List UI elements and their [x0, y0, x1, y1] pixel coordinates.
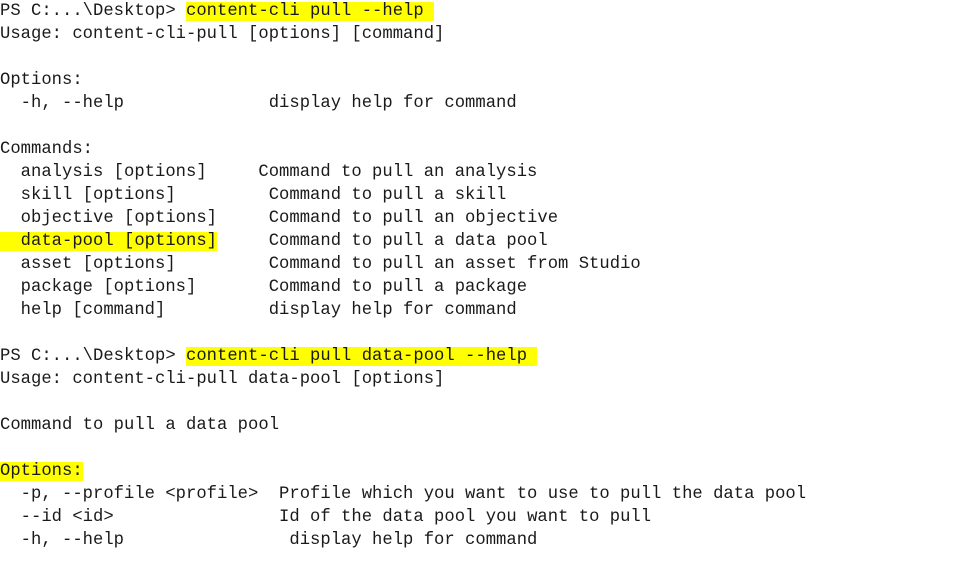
- command-name: asset [options]: [0, 255, 176, 274]
- command-description: display help for command: [268, 301, 517, 320]
- command-gap: [217, 232, 269, 251]
- command-text-2: content-cli pull data-pool --help: [186, 347, 528, 366]
- command-summary: Command to pull a data pool: [0, 416, 280, 435]
- options-heading-2: Options:: [0, 460, 964, 483]
- options-heading-1: Options:: [0, 71, 83, 90]
- command-gap: [165, 301, 268, 320]
- terminal-output[interactable]: PS C:...\Desktop> content-cli pull --hel…: [0, 0, 964, 564]
- option-flags: --id <id>: [0, 508, 114, 527]
- command-highlight-trail-1: [423, 2, 435, 21]
- command-row-objective: objective [options] Command to pull an o…: [0, 207, 964, 230]
- shell-prompt-1: PS C:...\Desktop>: [0, 2, 187, 21]
- options-heading-highlighted: Options:: [0, 462, 83, 481]
- command-gap: [207, 163, 259, 182]
- option-gap: [114, 508, 279, 527]
- command-gap: [176, 186, 269, 205]
- command-highlight-trail-2: [527, 347, 538, 366]
- command-text-1: content-cli pull --help: [186, 2, 424, 21]
- command-row-help: help [command] display help for command: [0, 299, 964, 322]
- command-row-asset: asset [options] Command to pull an asset…: [0, 253, 964, 276]
- usage-line-2: Usage: content-cli-pull data-pool [optio…: [0, 370, 445, 389]
- command-name: package [options]: [0, 278, 197, 297]
- option-row-id: --id <id> Id of the data pool you want t…: [0, 506, 964, 529]
- command-name: help [command]: [0, 301, 166, 320]
- command-row-skill: skill [options] Command to pull a skill: [0, 184, 964, 207]
- command-gap: [196, 278, 268, 297]
- command-gap: [217, 209, 269, 228]
- option-gap: [258, 485, 279, 504]
- commands-heading: Commands:: [0, 140, 94, 159]
- command-gap: [176, 255, 269, 274]
- option-gap: [124, 94, 269, 113]
- option-row-help-1: -h, --help display help for command: [0, 92, 964, 115]
- command-name: skill [options]: [0, 186, 176, 205]
- option-flags: -p, --profile <profile>: [0, 485, 259, 504]
- option-description: Profile which you want to use to pull th…: [279, 485, 807, 504]
- option-description: Id of the data pool you want to pull: [279, 508, 652, 527]
- option-row-profile: -p, --profile <profile> Profile which yo…: [0, 483, 964, 506]
- command-name-highlighted: data-pool [options]: [0, 232, 218, 251]
- command-row-analysis: analysis [options] Command to pull an an…: [0, 161, 964, 184]
- command-description: Command to pull a package: [268, 278, 528, 297]
- command-name: objective [options]: [0, 209, 218, 228]
- command-description: Command to pull an analysis: [258, 163, 538, 182]
- command-description: Command to pull an asset from Studio: [268, 255, 641, 274]
- option-row-help-2: -h, --help display help for command: [0, 529, 964, 552]
- command-row-package: package [options] Command to pull a pack…: [0, 276, 964, 299]
- prompt-line-1: PS C:...\Desktop> content-cli pull --hel…: [0, 0, 964, 23]
- shell-prompt-2: PS C:...\Desktop>: [0, 347, 187, 366]
- option-description: display help for command: [289, 531, 538, 550]
- prompt-line-2: PS C:...\Desktop> content-cli pull data-…: [0, 345, 964, 368]
- command-description: Command to pull a data pool: [268, 232, 548, 251]
- option-flags: -h, --help: [0, 94, 125, 113]
- option-flags: -h, --help: [0, 531, 125, 550]
- command-description: Command to pull a skill: [268, 186, 507, 205]
- option-gap: [124, 531, 289, 550]
- command-name: analysis [options]: [0, 163, 207, 182]
- option-description: display help for command: [268, 94, 517, 113]
- command-row-data-pool: data-pool [options] Command to pull a da…: [0, 230, 964, 253]
- usage-line-1: Usage: content-cli-pull [options] [comma…: [0, 25, 445, 44]
- command-description: Command to pull an objective: [268, 209, 559, 228]
